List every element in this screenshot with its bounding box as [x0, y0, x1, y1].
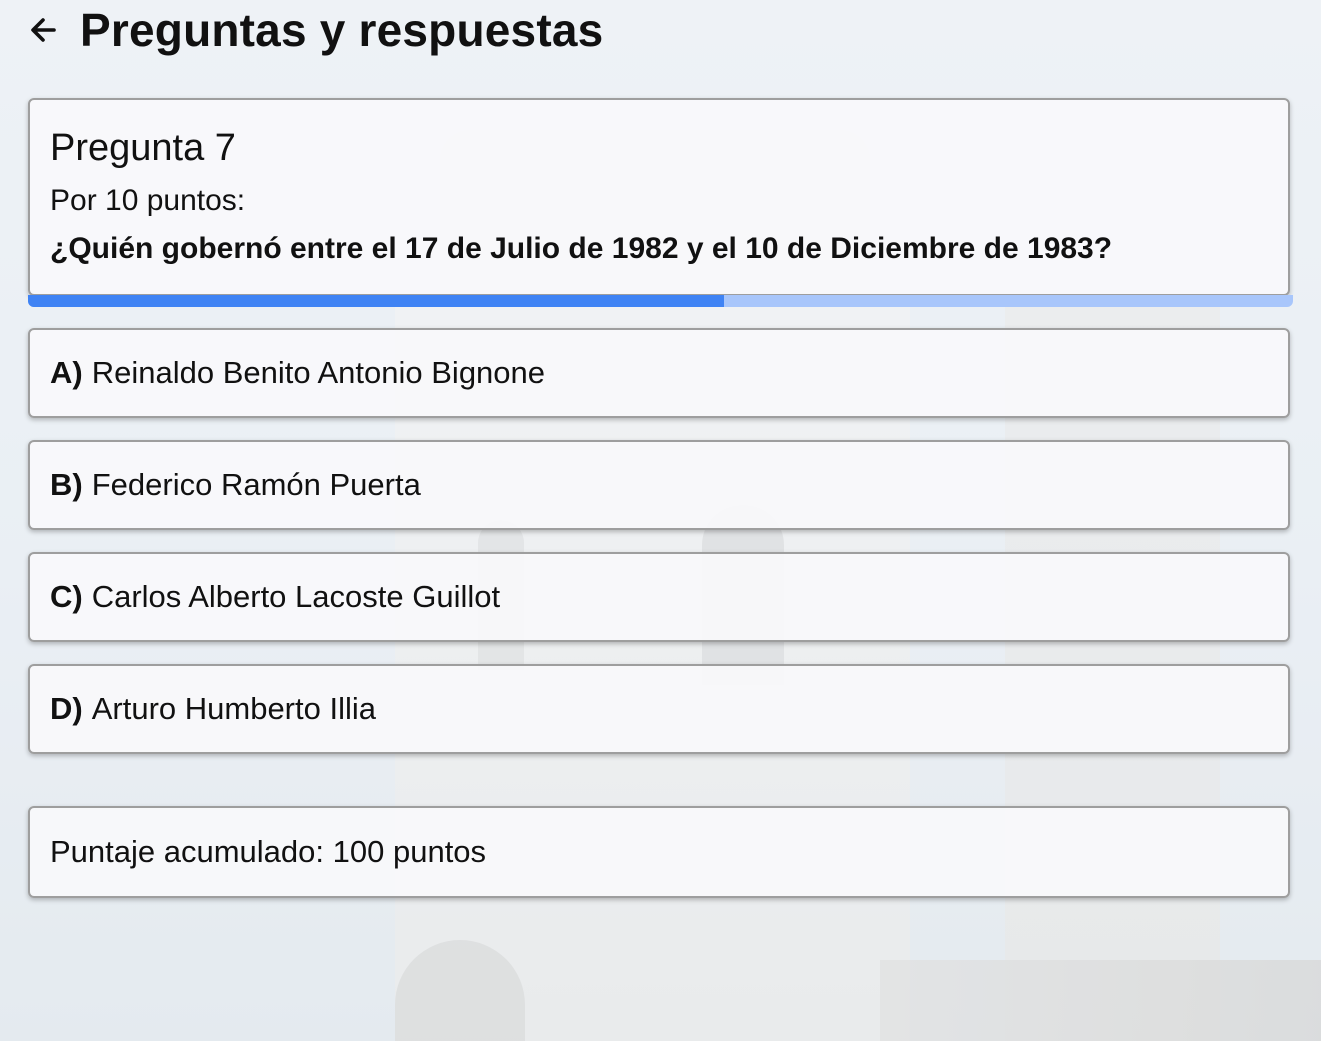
answer-option-d[interactable]: D) Arturo Humberto Illia: [28, 664, 1290, 754]
answer-option-a[interactable]: A) Reinaldo Benito Antonio Bignone: [28, 328, 1290, 418]
answer-letter: D): [50, 691, 83, 726]
question-number: Pregunta 7: [50, 127, 236, 169]
score-card: Puntaje acumulado: 100 puntos: [28, 806, 1290, 898]
answer-text: Carlos Alberto Lacoste Guillot: [91, 579, 501, 614]
answer-text: Reinaldo Benito Antonio Bignone: [91, 355, 546, 390]
answer-letter: C): [50, 579, 83, 614]
answer-text: Federico Ramón Puerta: [91, 467, 421, 502]
score-text: Puntaje acumulado: 100 puntos: [50, 834, 487, 869]
question-points: Por 10 puntos:: [50, 184, 246, 217]
question-text: ¿Quién gobernó entre el 17 de Julio de 1…: [50, 232, 1113, 265]
page-title: Preguntas y respuestas: [80, 4, 604, 56]
answer-option-c[interactable]: C) Carlos Alberto Lacoste Guillot: [28, 552, 1290, 642]
arrow-left-icon[interactable]: [28, 15, 58, 45]
answer-text: Arturo Humberto Illia: [91, 691, 376, 726]
header: Preguntas y respuestas: [28, 4, 603, 56]
answer-letter: B): [50, 467, 83, 502]
progress-bar-fill: [28, 295, 724, 307]
answer-letter: A): [50, 355, 83, 390]
question-card: Pregunta 7 Por 10 puntos: ¿Quién gobernó…: [28, 98, 1290, 296]
answer-option-b[interactable]: B) Federico Ramón Puerta: [28, 440, 1290, 530]
progress-bar: [28, 295, 1293, 307]
